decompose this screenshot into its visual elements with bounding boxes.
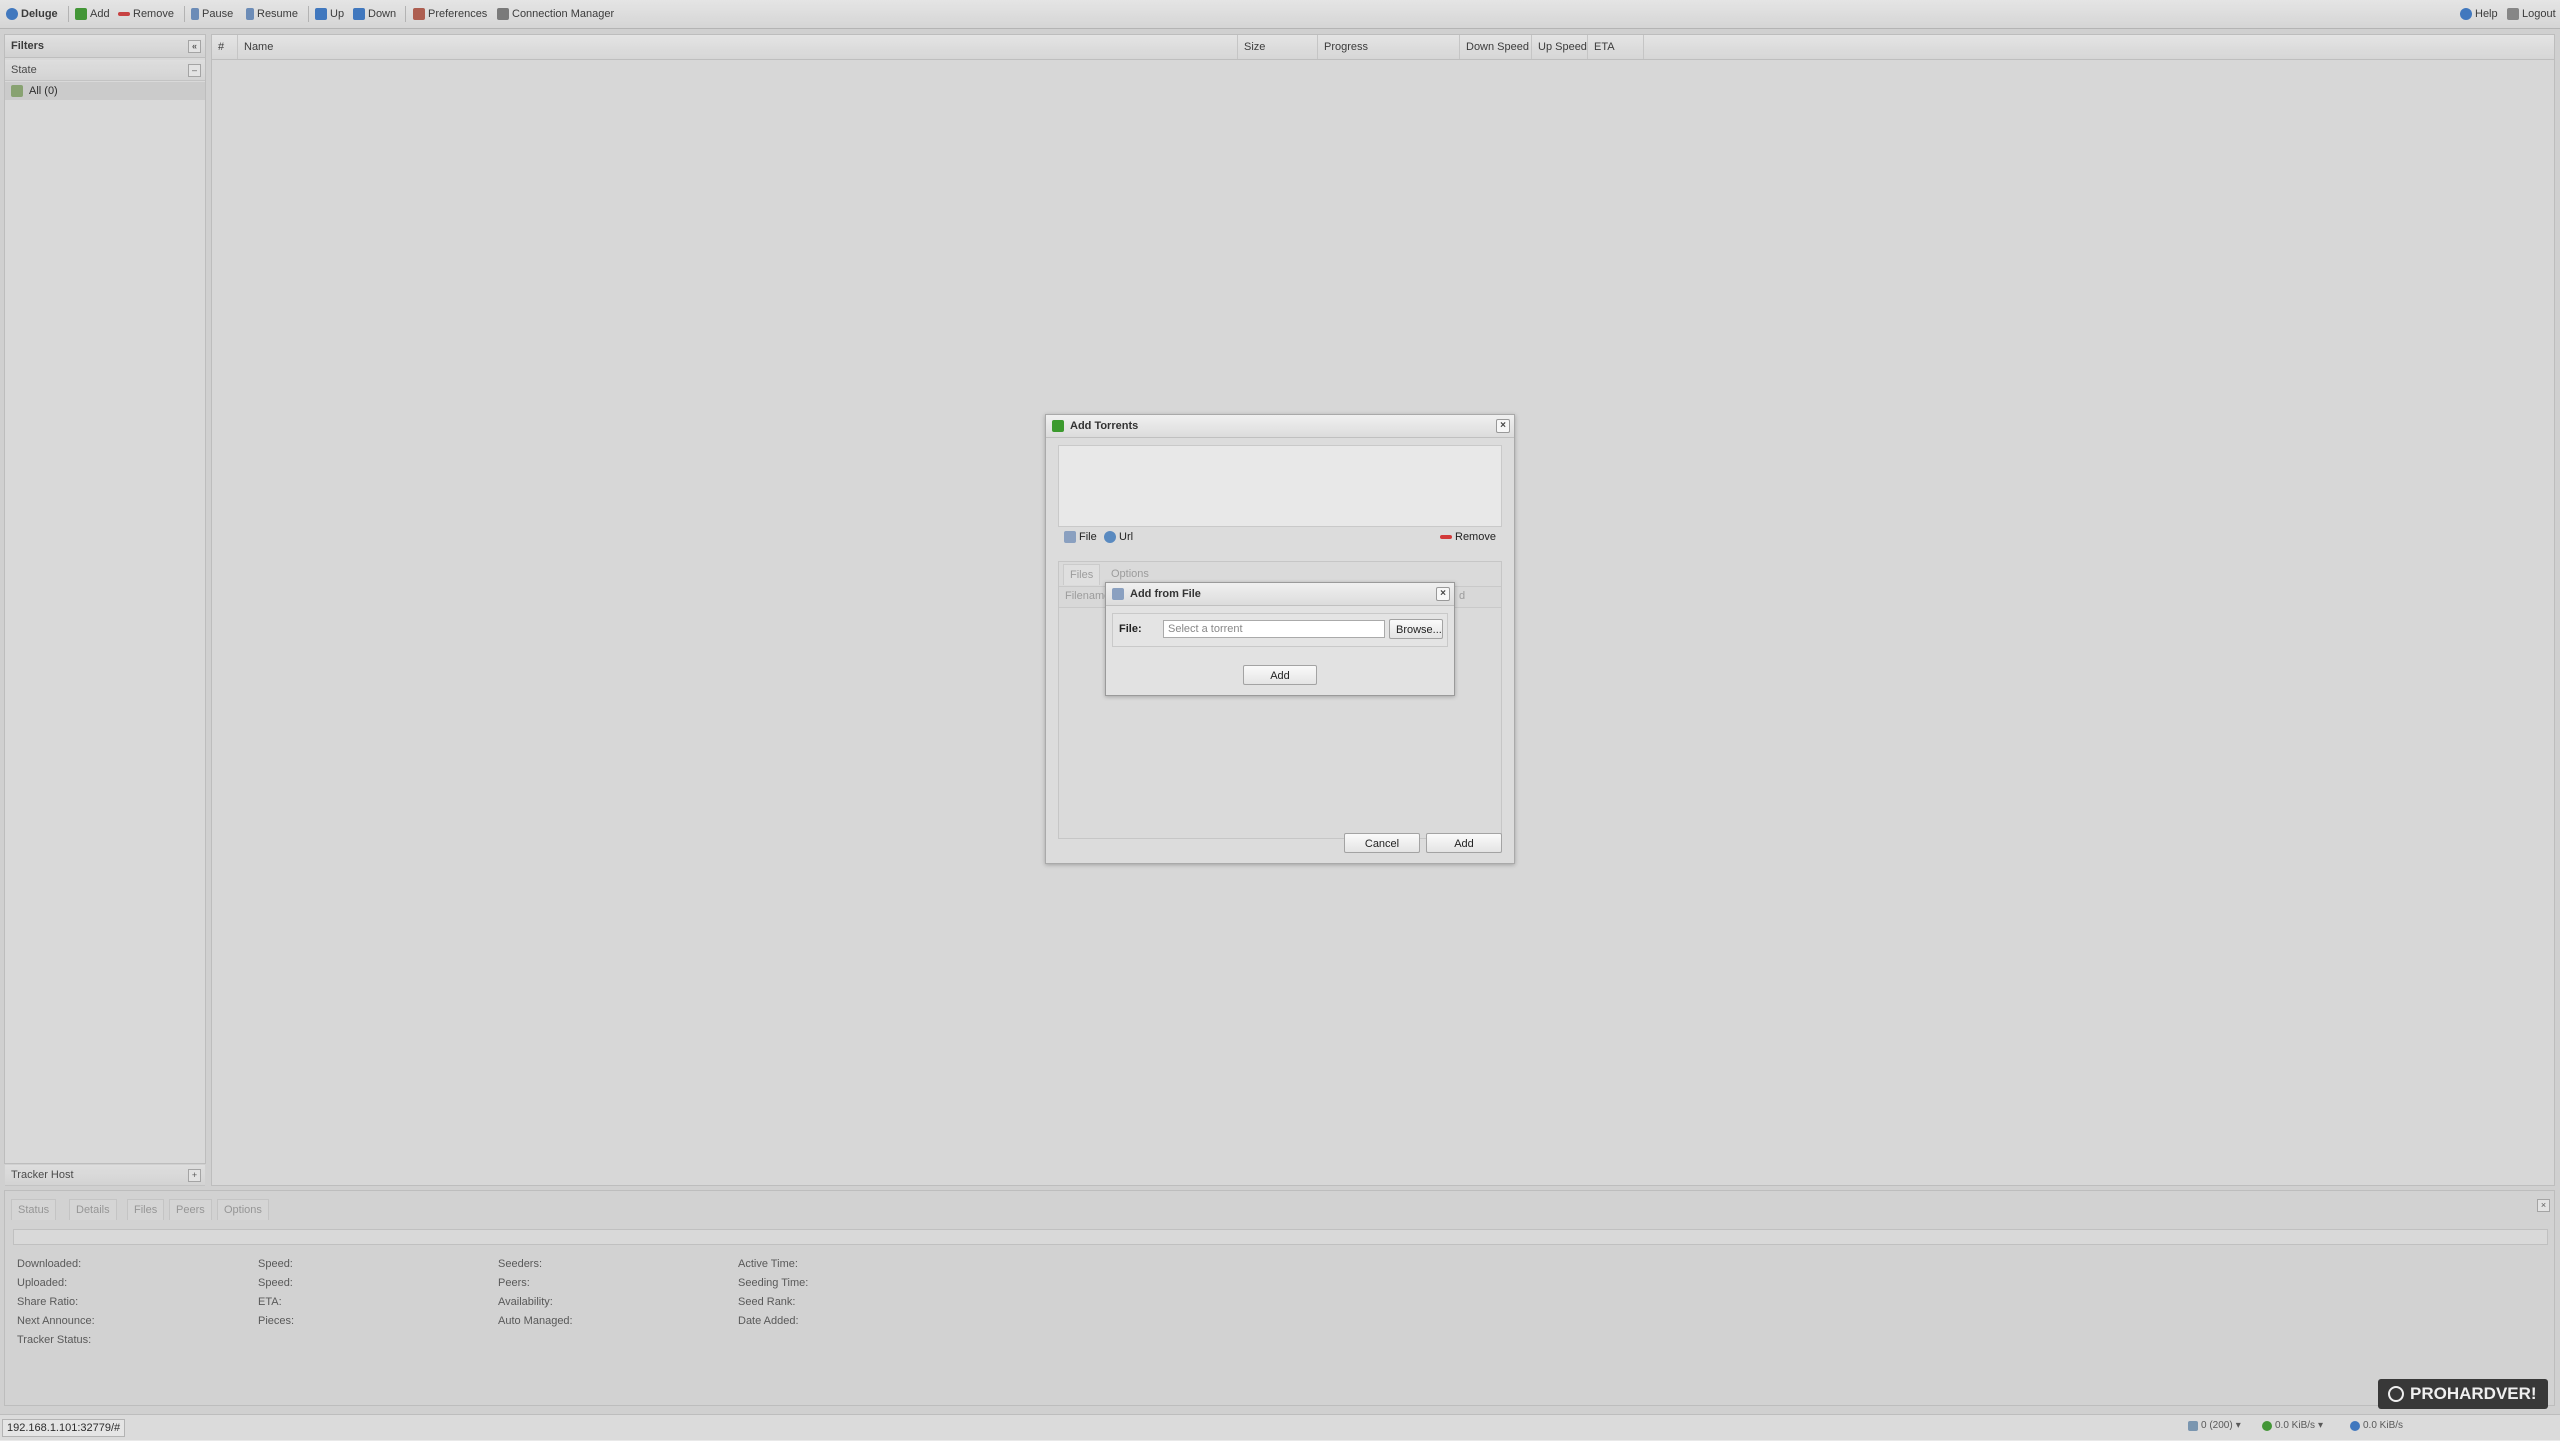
tab-options[interactable]: Options [1105, 564, 1155, 584]
add-file-button[interactable]: File [1064, 531, 1097, 543]
file-icon [1064, 531, 1076, 543]
close-icon[interactable]: × [1436, 587, 1450, 601]
file-select-form: File: Browse... [1112, 613, 1448, 647]
add-url-button[interactable]: Url [1104, 531, 1133, 543]
torrent-list[interactable] [1058, 445, 1502, 527]
add-from-file-dialog: Add from File × File: Browse... Add [1105, 582, 1455, 696]
tab-files[interactable]: Files [1063, 564, 1101, 585]
minus-icon [1440, 535, 1452, 539]
add-from-file-title-bar: Add from File × [1106, 583, 1454, 606]
globe-icon [1104, 531, 1116, 543]
add-file-submit-button[interactable]: Add [1243, 665, 1317, 685]
remove-torrent-button[interactable]: Remove [1440, 531, 1496, 543]
plus-icon [1052, 420, 1064, 432]
add-button[interactable]: Add [1426, 833, 1502, 853]
browse-button[interactable]: Browse... [1389, 619, 1443, 639]
add-torrents-title-bar: Add Torrents × [1046, 415, 1514, 438]
file-input[interactable] [1163, 620, 1385, 638]
close-icon[interactable]: × [1496, 419, 1510, 433]
file-icon [1112, 588, 1124, 600]
cancel-button[interactable]: Cancel [1344, 833, 1420, 853]
